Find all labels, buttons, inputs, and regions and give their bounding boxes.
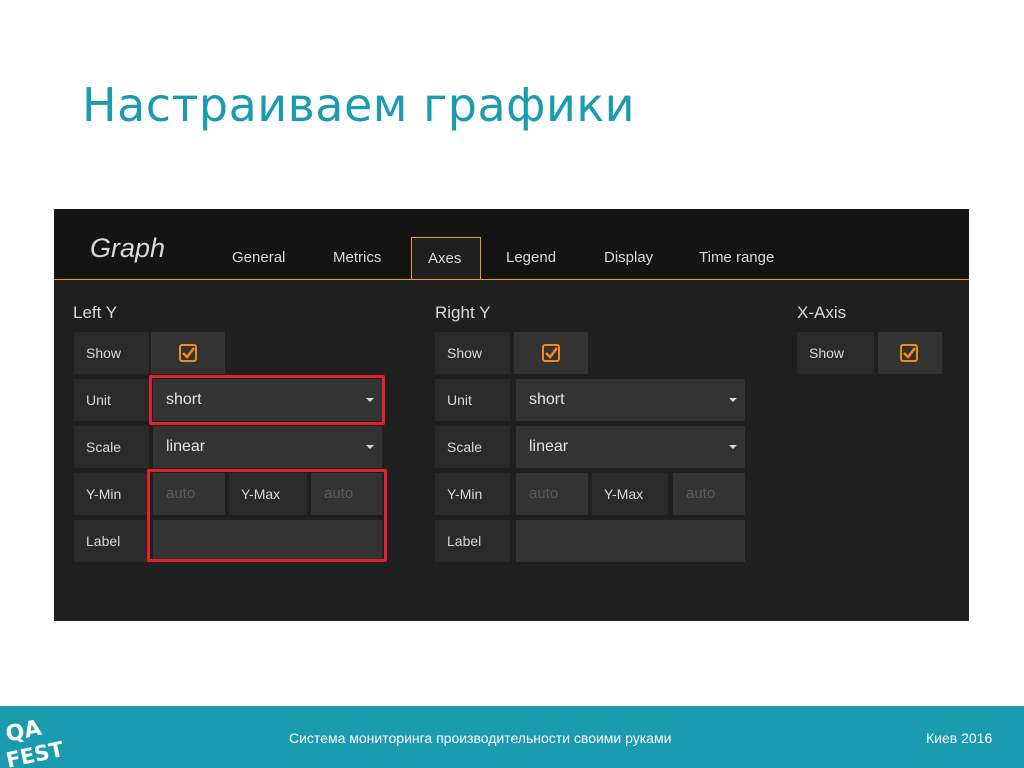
right-y-scale-select[interactable]: linear (516, 426, 745, 468)
right-y-scale-value: linear (529, 438, 569, 455)
x-axis-show-checkbox[interactable] (878, 332, 942, 374)
grafana-panel-editor: Graph General Metrics Axes Legend Displa… (54, 209, 969, 621)
editor-header: Graph General Metrics Axes Legend Displa… (54, 209, 969, 280)
left-y-ymin-label: Y-Min (74, 473, 149, 515)
right-y-unit-select[interactable]: short (516, 379, 745, 421)
left-y-scale-value: linear (166, 438, 206, 455)
right-y-unit-label: Unit (435, 379, 510, 421)
left-y-section-title: Left Y (73, 303, 118, 322)
ymin-ymax-label-highlight-box (147, 469, 387, 562)
right-y-label-label: Label (435, 520, 510, 562)
unit-highlight-box (149, 375, 385, 425)
left-y-label-label: Label (74, 520, 149, 562)
checkbox-checked-icon (900, 344, 918, 362)
right-y-show-label: Show (435, 332, 510, 374)
x-axis-show-label: Show (797, 332, 874, 374)
qa-fest-logo: QA FEST (4, 716, 66, 768)
right-y-show-checkbox[interactable] (514, 332, 588, 374)
tab-axes[interactable]: Axes (411, 237, 481, 279)
footer-caption: Система мониторинга производительности с… (289, 730, 672, 746)
left-y-show-label: Show (74, 332, 149, 374)
tab-general[interactable]: General (232, 247, 285, 279)
chevron-down-icon (729, 398, 737, 402)
left-y-show-checkbox[interactable] (151, 332, 225, 374)
checkbox-checked-icon (179, 344, 197, 362)
right-y-ymin-input[interactable]: auto (516, 473, 588, 515)
left-y-scale-select[interactable]: linear (153, 426, 382, 468)
right-y-unit-value: short (529, 391, 565, 408)
left-y-unit-label: Unit (74, 379, 149, 421)
checkbox-checked-icon (542, 344, 560, 362)
footer-location-year: Киев 2016 (926, 730, 993, 746)
chevron-down-icon (729, 445, 737, 449)
tab-display[interactable]: Display (604, 247, 653, 279)
right-y-ymin-label: Y-Min (435, 473, 510, 515)
tab-legend[interactable]: Legend (506, 247, 556, 279)
tab-metrics[interactable]: Metrics (333, 247, 381, 279)
slide-footer: QA FEST Система мониторинга производител… (0, 706, 1024, 768)
panel-title: Graph (90, 233, 166, 263)
chevron-down-icon (366, 445, 374, 449)
right-y-section-title: Right Y (435, 303, 491, 322)
x-axis-section-title: X-Axis (797, 303, 847, 322)
right-y-scale-label: Scale (435, 426, 510, 468)
left-y-scale-label: Scale (74, 426, 149, 468)
right-y-label-input[interactable] (516, 520, 745, 562)
tab-time-range[interactable]: Time range (699, 247, 774, 279)
right-y-ymax-label: Y-Max (592, 473, 668, 515)
right-y-ymax-input[interactable]: auto (673, 473, 745, 515)
slide-title: Настраиваем графики (82, 78, 636, 132)
